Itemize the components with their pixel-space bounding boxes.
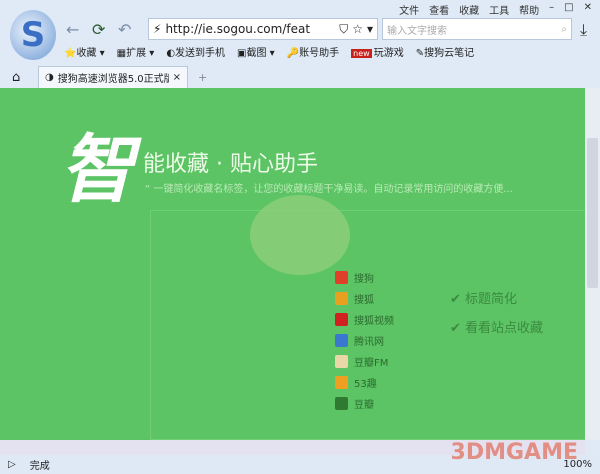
sogou-tab-icon: ◑ (45, 72, 54, 83)
menu-help[interactable]: 帮助 (519, 2, 539, 17)
minimize-button[interactable]: – (549, 2, 554, 17)
home-icon[interactable]: ⌂ (12, 70, 20, 85)
feature-item: ✔ 看看站点收藏 (450, 321, 544, 336)
lightning-icon: ⚡ (153, 22, 162, 36)
shield-icon[interactable]: ⛉ (339, 22, 348, 37)
favorite-label: 豆瓣FM (354, 358, 389, 369)
chevron-down-icon[interactable]: ▾ (367, 22, 373, 36)
bookmark-account[interactable]: 🔑账号助手 (287, 44, 339, 59)
favorite-label: 搜狗 (354, 274, 374, 285)
favorite-item[interactable]: 搜狐 (335, 291, 394, 306)
refresh-icon[interactable]: ⟳ (92, 20, 105, 39)
search-placeholder: 输入文字搜索 (387, 25, 447, 37)
site-icon (335, 292, 348, 305)
bookmark-games[interactable]: new 玩游戏 (351, 44, 404, 59)
site-icon (335, 397, 348, 410)
mascot-image (250, 195, 350, 275)
favorite-item[interactable]: 豆瓣 (335, 396, 394, 411)
tab-title: 搜狗高速浏览器5.0正式版 (57, 74, 169, 85)
site-icon (335, 334, 348, 347)
close-button[interactable]: ✕ (584, 2, 592, 17)
sidebar-toggle-icon[interactable]: ▷ (8, 459, 16, 470)
scroll-thumb[interactable] (587, 138, 598, 288)
vertical-scrollbar[interactable] (585, 88, 600, 440)
watermark-logo: 3DMGAME (450, 440, 578, 465)
favorite-item[interactable]: 53趣 (335, 375, 394, 390)
bookmark-send-to-phone[interactable]: ◐发送到手机 (166, 44, 225, 59)
new-tab-button[interactable]: + (198, 71, 207, 84)
bookmark-notes[interactable]: ✎搜狗云笔记 (416, 44, 474, 59)
search-input[interactable]: 输入文字搜索 ⌕ (382, 18, 572, 40)
site-icon (335, 313, 348, 326)
menu-favorites[interactable]: 收藏 (459, 2, 479, 17)
page-heading: 能收藏 · 贴心助手 (143, 152, 318, 177)
favorite-item[interactable]: 搜狗 (335, 270, 394, 285)
site-icon (335, 376, 348, 389)
menu-tools[interactable]: 工具 (489, 2, 509, 17)
site-icon (335, 271, 348, 284)
menu-file[interactable]: 文件 (399, 2, 419, 17)
site-icon (335, 355, 348, 368)
big-char: 智 (60, 127, 134, 213)
status-text: 完成 (29, 461, 50, 472)
favorite-label: 豆瓣 (354, 400, 374, 411)
favorite-item[interactable]: 豆瓣FM (335, 354, 394, 369)
back-icon[interactable]: ← (66, 20, 79, 39)
tab-active[interactable]: ◑ 搜狗高速浏览器5.0正式版 × (38, 66, 188, 88)
favorite-item[interactable]: 搜狐视频 (335, 312, 394, 327)
favorite-item[interactable]: 腾讯网 (335, 333, 394, 348)
favorite-label: 腾讯网 (354, 337, 384, 348)
favorites-list: 搜狗搜狐搜狐视频腾讯网豆瓣FM 53趣豆瓣 (335, 270, 394, 411)
favorite-label: 搜狐视频 (354, 316, 394, 327)
bookmark-extensions[interactable]: ▦扩展 ▾ (117, 44, 155, 59)
feature-item: ✔ 标题简化 (450, 292, 518, 307)
sogou-logo[interactable]: S (10, 10, 56, 60)
download-icon[interactable]: ⤓ (580, 20, 587, 40)
tab-bar: ⌂ ◑ 搜狗高速浏览器5.0正式版 × + (0, 64, 600, 88)
bookmark-favorites[interactable]: ⭐收藏 ▾ (64, 44, 105, 59)
maximize-button[interactable]: □ (564, 2, 573, 17)
feature-list: ✔ 标题简化 ✔ 看看站点收藏 (450, 288, 543, 336)
favorite-label: 搜狐 (354, 295, 374, 306)
search-icon[interactable]: ⌕ (561, 24, 567, 35)
url-text[interactable]: http://ie.sogou.com/feat (165, 22, 335, 36)
undo-icon[interactable]: ↶ (118, 20, 131, 39)
bookmarks-bar: ⭐收藏 ▾ ▦扩展 ▾ ◐发送到手机 ▣截图 ▾ 🔑账号助手 new 玩游戏 ✎搜… (64, 44, 474, 59)
menu-bar: 文件 查看 收藏 工具 帮助 – □ ✕ (399, 2, 592, 17)
address-bar[interactable]: ⚡ http://ie.sogou.com/feat ⛉ ☆ ▾ (148, 18, 378, 40)
star-icon[interactable]: ☆ (352, 22, 363, 36)
bookmark-screenshot[interactable]: ▣截图 ▾ (237, 44, 275, 59)
menu-view[interactable]: 查看 (429, 2, 449, 17)
page-tagline: “ 一键简化收藏名标签，让您的收藏标题干净易读。自动记录常用访问的收藏方便... (145, 184, 513, 195)
tab-close-icon[interactable]: × (173, 72, 181, 83)
favorite-label: 53趣 (354, 379, 377, 390)
